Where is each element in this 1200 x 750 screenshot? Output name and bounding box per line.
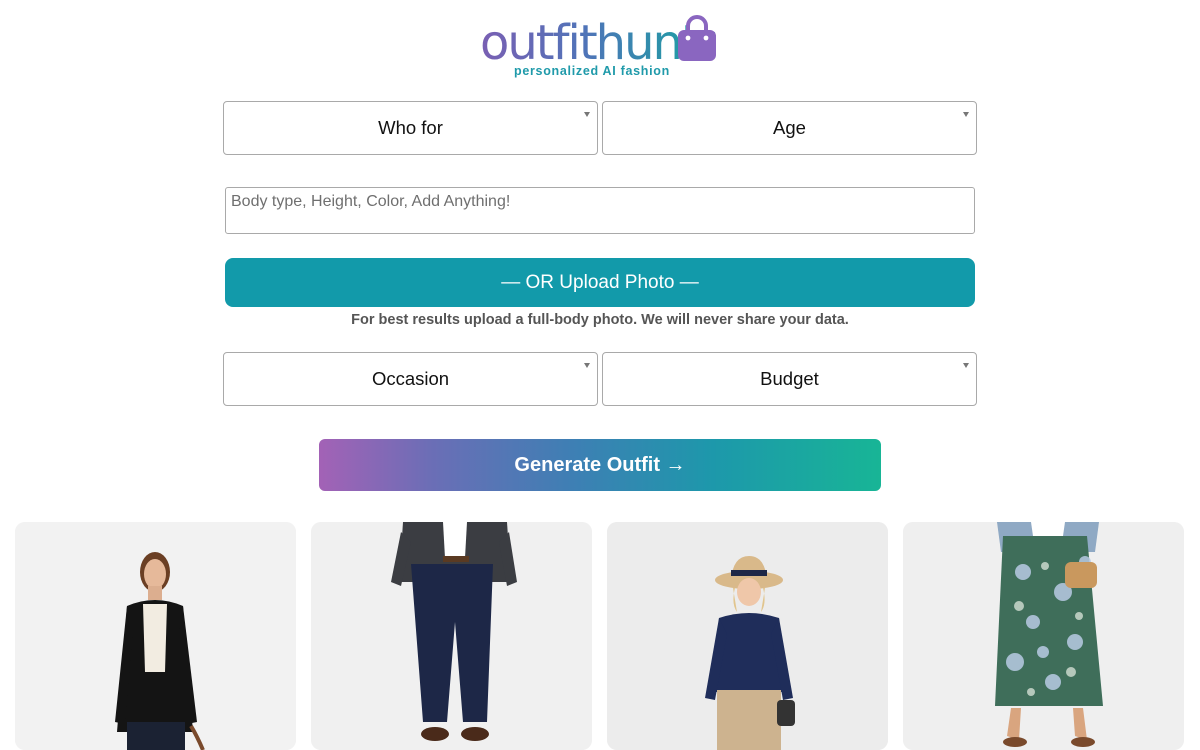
chevron-down-icon — [963, 363, 969, 368]
chevron-down-icon — [584, 112, 590, 117]
chevron-down-icon — [584, 363, 590, 368]
upload-hint: For best results upload a full-body phot… — [351, 312, 849, 328]
who-for-select[interactable]: Who for — [223, 101, 598, 155]
brand-tagline: personalized AI fashion — [514, 64, 670, 78]
outfit-card-2[interactable] — [311, 522, 592, 750]
details-input[interactable]: Body type, Height, Color, Add Anything! — [225, 187, 975, 234]
outfit-image-grey-blazer — [311, 522, 592, 750]
outfit-card-4[interactable] — [903, 522, 1184, 750]
budget-select[interactable]: Budget — [602, 352, 977, 406]
generate-outfit-button[interactable]: Generate Outfit → — [319, 439, 881, 491]
occasion-select[interactable]: Occasion — [223, 352, 598, 406]
brand-logo[interactable]: outfithuntr personalized AI fashion — [480, 10, 720, 82]
age-label: Age — [773, 117, 806, 138]
upload-photo-button[interactable]: — OR Upload Photo — — [225, 258, 975, 307]
outfit-image-floral-skirt — [903, 522, 1184, 750]
outfit-card-3[interactable] — [607, 522, 888, 750]
outfit-image-straw-hat — [607, 522, 888, 750]
outfit-card-1[interactable] — [15, 522, 296, 750]
who-for-label: Who for — [378, 117, 443, 138]
outfit-image-black-blazer — [15, 522, 296, 750]
shopping-bag-icon — [678, 15, 716, 61]
age-select[interactable]: Age — [602, 101, 977, 155]
details-placeholder: Body type, Height, Color, Add Anything! — [231, 193, 511, 210]
budget-label: Budget — [760, 368, 819, 389]
occasion-label: Occasion — [371, 368, 450, 389]
chevron-down-icon — [963, 112, 969, 117]
